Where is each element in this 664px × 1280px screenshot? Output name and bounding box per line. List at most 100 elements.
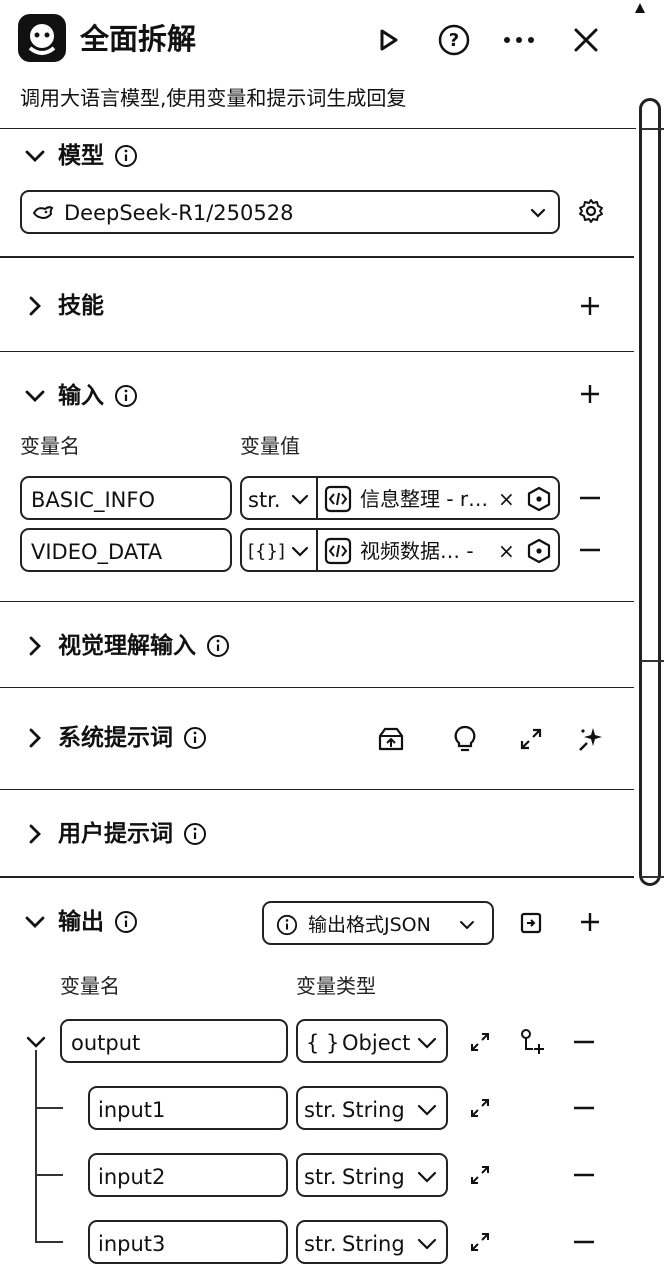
add-skill-plus-icon[interactable] (576, 292, 604, 320)
node-title: 全面拆解 (80, 22, 197, 56)
output-format-select[interactable]: 输出格式JSON (262, 901, 494, 945)
lightbulb-icon[interactable] (450, 724, 480, 754)
collapse-chevron-icon[interactable] (24, 1030, 48, 1054)
variable-picker-icon[interactable] (526, 538, 552, 564)
variable-name-value: VIDEO_DATA (31, 540, 163, 564)
model-select-value: DeepSeek-R1/250528 (64, 201, 294, 225)
variable-name-input[interactable]: BASIC_INFO (20, 476, 232, 520)
info-icon[interactable] (114, 384, 138, 408)
output-type-select[interactable]: str. String (296, 1153, 448, 1197)
divider (0, 351, 634, 352)
add-input-plus-icon[interactable] (576, 380, 604, 408)
ai-optimize-sparkle-icon[interactable] (576, 724, 606, 754)
clear-value-icon[interactable]: × (498, 536, 515, 566)
model-settings-gear-icon[interactable] (576, 196, 606, 226)
variable-type-value: [{}] (248, 541, 285, 562)
variable-name-input[interactable]: VIDEO_DATA (20, 528, 232, 572)
scrollbar[interactable] (639, 98, 661, 886)
variable-type-select[interactable]: [{}] (240, 528, 316, 572)
column-header-type: 变量类型 (296, 974, 376, 998)
divider (0, 256, 634, 258)
remove-output-minus-icon[interactable] (572, 1030, 596, 1054)
clear-value-icon[interactable]: × (498, 484, 515, 514)
system-prompt-section-header[interactable]: 系统提示词 (22, 722, 207, 754)
type-value: String (342, 1232, 405, 1256)
add-child-field-icon[interactable] (516, 1026, 546, 1056)
variable-value-reference[interactable]: 信息整理 - r… × (316, 476, 560, 520)
chevron-right-icon (29, 824, 41, 844)
info-icon[interactable] (183, 726, 207, 750)
type-prefix: str. (304, 1098, 337, 1122)
info-icon[interactable] (114, 910, 138, 934)
tree-line (35, 1050, 37, 1242)
type-value: String (342, 1165, 405, 1189)
variable-type-select[interactable]: str. (240, 476, 316, 520)
expand-icon[interactable] (466, 1228, 494, 1256)
vision-section-header[interactable]: 视觉理解输入 (22, 630, 230, 662)
divider (0, 789, 634, 790)
app-logo (18, 14, 66, 62)
output-type-select[interactable]: str. String (296, 1220, 448, 1264)
info-icon[interactable] (183, 822, 207, 846)
section-title: 用户提示词 (58, 821, 173, 847)
variable-value-reference[interactable]: 视频数据… - × (316, 528, 560, 572)
run-icon[interactable] (372, 24, 404, 56)
svg-text:?: ? (449, 30, 459, 51)
add-output-plus-icon[interactable] (576, 908, 604, 936)
output-name-input[interactable]: input1 (88, 1086, 288, 1130)
divider (0, 128, 636, 129)
import-output-icon[interactable] (516, 908, 546, 938)
output-name-input[interactable]: input3 (88, 1220, 288, 1264)
inputs-section-header[interactable]: 输入 (22, 380, 138, 412)
info-icon (276, 914, 298, 936)
expand-icon[interactable] (466, 1161, 494, 1189)
type-prefix: str. (304, 1232, 337, 1256)
expand-icon[interactable] (466, 1028, 494, 1056)
type-prefix: { } (306, 1031, 340, 1055)
expand-icon[interactable] (516, 724, 546, 754)
expand-icon[interactable] (466, 1094, 494, 1122)
variable-picker-icon[interactable] (526, 486, 552, 512)
deepseek-logo-icon (32, 206, 54, 219)
output-type-select[interactable]: { } Object (296, 1019, 448, 1063)
user-prompt-section-header[interactable]: 用户提示词 (22, 818, 207, 850)
section-title: 技能 (58, 293, 104, 319)
model-select[interactable]: DeepSeek-R1/250528 (20, 190, 560, 234)
chevron-down-icon (530, 208, 546, 218)
chevron-down-icon (417, 1037, 437, 1049)
more-icon[interactable] (500, 24, 538, 56)
remove-output-minus-icon[interactable] (572, 1096, 596, 1120)
help-icon[interactable]: ? (436, 22, 472, 58)
chevron-down-icon (417, 1238, 437, 1250)
output-name-input[interactable]: input2 (88, 1153, 288, 1197)
remove-output-minus-icon[interactable] (572, 1230, 596, 1254)
output-name-input[interactable]: output (60, 1019, 288, 1063)
close-icon[interactable] (570, 24, 602, 56)
model-section-header[interactable]: 模型 (22, 140, 138, 172)
scroll-up-icon[interactable] (633, 0, 647, 14)
output-section-header[interactable]: 输出 (22, 906, 138, 938)
type-prefix: str. (304, 1165, 337, 1189)
info-icon[interactable] (114, 144, 138, 168)
type-value: Object (342, 1031, 411, 1055)
chevron-down-icon (291, 546, 309, 557)
skills-section-header[interactable]: 技能 (22, 290, 104, 322)
column-header-name: 变量名 (20, 434, 80, 458)
divider (0, 687, 634, 688)
column-header-value: 变量值 (240, 434, 300, 458)
tree-branch (35, 1174, 63, 1176)
column-header-name: 变量名 (60, 974, 120, 998)
tree-branch (35, 1241, 63, 1243)
code-node-icon (324, 537, 352, 565)
prompt-library-icon[interactable] (376, 724, 406, 754)
section-title: 输入 (58, 383, 104, 409)
variable-value-text: 信息整理 - r… (360, 487, 489, 511)
info-icon[interactable] (206, 634, 230, 658)
remove-output-minus-icon[interactable] (572, 1163, 596, 1187)
remove-input-minus-icon[interactable] (578, 486, 602, 510)
section-title: 系统提示词 (58, 725, 173, 751)
output-name-value: input2 (98, 1165, 166, 1189)
output-type-select[interactable]: str. String (296, 1086, 448, 1130)
chevron-down-icon (417, 1104, 437, 1116)
remove-input-minus-icon[interactable] (578, 538, 602, 562)
